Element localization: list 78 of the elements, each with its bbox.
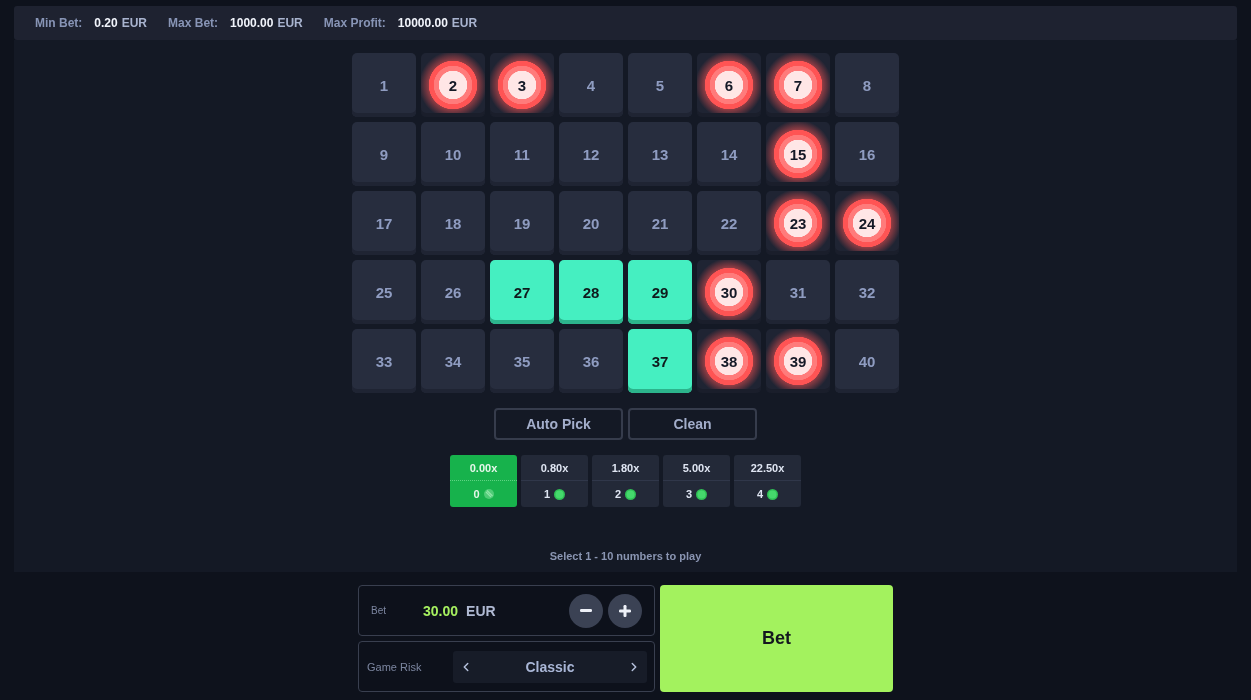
number-tile[interactable]: 16 bbox=[835, 122, 899, 186]
hits-count: 2 bbox=[614, 488, 622, 500]
drawn-ball-tile[interactable]: 23 bbox=[766, 191, 830, 255]
limit-currency: EUR bbox=[451, 16, 478, 30]
number-tile[interactable]: 4 bbox=[559, 53, 623, 117]
limit-label: Max Profit: bbox=[323, 16, 386, 30]
drawn-ball-tile[interactable]: 3 bbox=[490, 53, 554, 117]
bet-label: Bet bbox=[371, 605, 387, 616]
risk-selector[interactable]: Classic bbox=[453, 650, 647, 683]
multiplier-text: 5.00x bbox=[682, 461, 711, 474]
number-tile[interactable]: 40 bbox=[835, 329, 899, 393]
drawn-ball-tile[interactable]: 7 bbox=[766, 53, 830, 117]
drawn-ball-tile[interactable]: 6 bbox=[697, 53, 761, 117]
risk-label: Game Risk bbox=[367, 660, 422, 673]
number-tile[interactable]: 21 bbox=[628, 191, 692, 255]
hint-text: Select 1 - 10 numbers to play bbox=[549, 550, 702, 562]
hits-count: 3 bbox=[685, 488, 693, 500]
number-tile[interactable]: 11 bbox=[490, 122, 554, 186]
number-tile[interactable]: 10 bbox=[421, 122, 485, 186]
ball-icon bbox=[696, 488, 708, 500]
limit-currency: EUR bbox=[277, 16, 303, 30]
multiplier-text: 0.00x bbox=[469, 461, 498, 474]
ball-icon bbox=[554, 488, 566, 500]
hits-count: 4 bbox=[756, 488, 764, 500]
number-tile[interactable]: 13 bbox=[628, 122, 692, 186]
drawn-ball-tile[interactable]: 24 bbox=[835, 191, 899, 255]
number-tile[interactable]: 18 bbox=[421, 191, 485, 255]
plus-icon bbox=[619, 604, 631, 617]
bet-button[interactable]: Bet bbox=[660, 585, 893, 692]
minus-icon bbox=[580, 609, 592, 612]
number-tile[interactable]: 1 bbox=[352, 53, 416, 117]
drawn-ball-tile[interactable]: 2 bbox=[421, 53, 485, 117]
limit-label: Max Bet: bbox=[168, 16, 219, 30]
number-tile[interactable]: 37 bbox=[628, 329, 692, 393]
bet-currency: EUR bbox=[466, 602, 496, 619]
limit-currency: EUR bbox=[121, 16, 148, 30]
limit-label: Min Bet: bbox=[35, 16, 83, 30]
number-tile[interactable]: 14 bbox=[697, 122, 761, 186]
bet-amount: 30.00 bbox=[423, 602, 459, 619]
number-tile[interactable]: 27 bbox=[490, 260, 554, 324]
multiplier-text: 22.50x bbox=[750, 461, 785, 474]
number-tile[interactable]: 8 bbox=[835, 53, 899, 117]
decrease-button[interactable] bbox=[569, 593, 603, 628]
drawn-ball-tile[interactable]: 39 bbox=[766, 329, 830, 393]
limit-amount: 10000.00 bbox=[397, 16, 448, 30]
drawn-ball-tile[interactable]: 15 bbox=[766, 122, 830, 186]
number-tile[interactable]: 28 bbox=[559, 260, 623, 324]
multiplier-text: 0.80x bbox=[540, 461, 569, 474]
number-tile[interactable]: 32 bbox=[835, 260, 899, 324]
hits-count: 0 bbox=[473, 488, 480, 500]
limit-amount: 0.20 bbox=[94, 16, 118, 30]
number-tile[interactable]: 31 bbox=[766, 260, 830, 324]
limit-amount: 1000.00 bbox=[230, 16, 274, 30]
hits-count: 1 bbox=[543, 488, 551, 500]
number-tile[interactable]: 26 bbox=[421, 260, 485, 324]
multiplier-text: 1.80x bbox=[611, 461, 640, 474]
number-tile[interactable]: 19 bbox=[490, 191, 554, 255]
ball-icon bbox=[625, 488, 637, 500]
ball-icon bbox=[767, 488, 779, 500]
drawn-ball-tile[interactable]: 30 bbox=[697, 260, 761, 324]
number-tile[interactable]: 34 bbox=[421, 329, 485, 393]
number-tile[interactable]: 17 bbox=[352, 191, 416, 255]
risk-value: Classic bbox=[525, 658, 575, 675]
number-tile[interactable]: 36 bbox=[559, 329, 623, 393]
number-tile[interactable]: 12 bbox=[559, 122, 623, 186]
number-tile[interactable]: 35 bbox=[490, 329, 554, 393]
number-tile[interactable]: 9 bbox=[352, 122, 416, 186]
ball-icon bbox=[483, 489, 494, 499]
action-button[interactable]: Clean bbox=[628, 408, 757, 440]
number-tile[interactable]: 29 bbox=[628, 260, 692, 324]
number-tile[interactable]: 5 bbox=[628, 53, 692, 117]
number-tile[interactable]: 20 bbox=[559, 191, 623, 255]
number-tile[interactable]: 22 bbox=[697, 191, 761, 255]
increase-button[interactable] bbox=[608, 593, 642, 628]
number-tile[interactable]: 33 bbox=[352, 329, 416, 393]
action-button[interactable]: Auto Pick bbox=[494, 408, 623, 440]
drawn-ball-tile[interactable]: 38 bbox=[697, 329, 761, 393]
number-tile[interactable]: 25 bbox=[352, 260, 416, 324]
